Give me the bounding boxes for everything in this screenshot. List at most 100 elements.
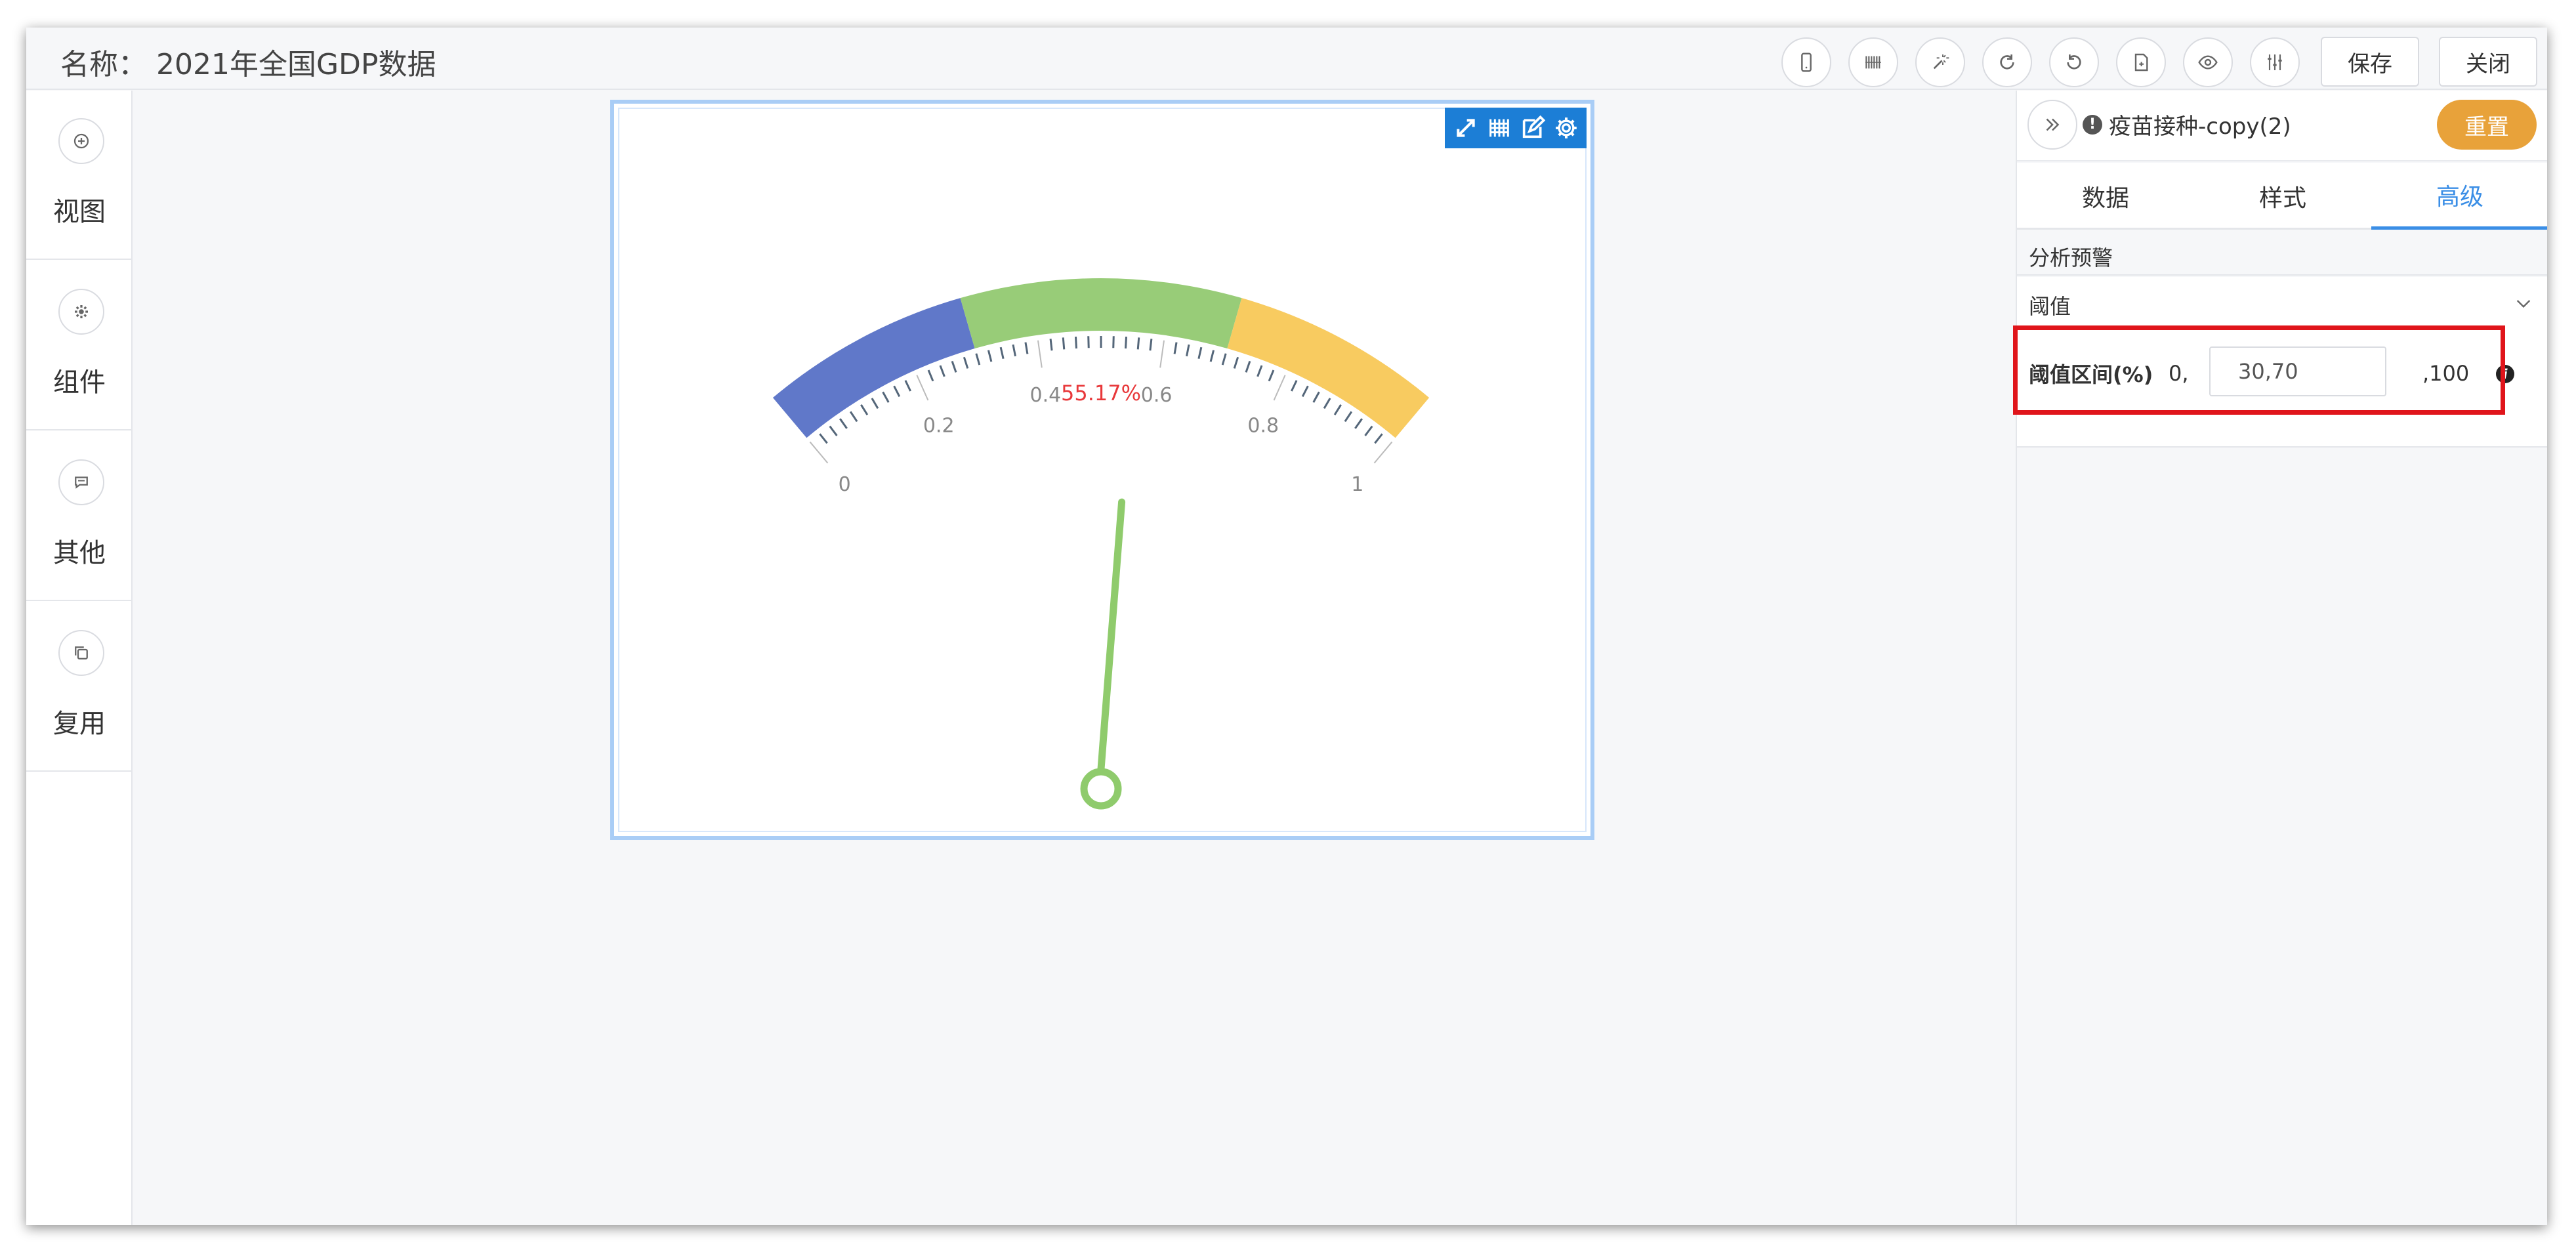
divider <box>2017 274 2547 276</box>
report-title: 名称： 2021年全国GDP数据 <box>60 48 436 81</box>
tab-advanced[interactable]: 高级 <box>2371 163 2547 230</box>
gauge-tick <box>987 350 993 362</box>
gauge-tick <box>1221 353 1227 366</box>
gear-icon <box>75 305 88 318</box>
copy-icon <box>75 646 88 659</box>
gauge-chart: 0 0.2 0.4 0.6 0.8 1 55.17% <box>772 278 1430 810</box>
gauge-tick <box>916 375 929 401</box>
gauge-tick <box>839 418 848 429</box>
chat-icon <box>75 476 88 489</box>
gauge-tick <box>1323 398 1331 409</box>
mobile-icon <box>1801 52 1812 72</box>
settings-sliders-button[interactable] <box>2250 37 2300 87</box>
export-button[interactable] <box>2116 37 2166 87</box>
sidebar-item-other[interactable]: 其他 <box>26 432 133 601</box>
gauge-tick <box>1209 350 1215 362</box>
expand-icon <box>1456 119 1475 137</box>
gauge-widget-body: 0 0.2 0.4 0.6 0.8 1 55.17% <box>618 108 1587 832</box>
panel-tabs: 数据 样式 高级 <box>2017 163 2547 230</box>
grid-icon <box>1489 119 1509 137</box>
info-icon: ! <box>2083 114 2102 135</box>
threshold-range-label: 阈值区间(%) <box>2029 362 2153 387</box>
eye-icon <box>2198 55 2218 70</box>
settings-button[interactable] <box>1553 115 1579 141</box>
sidebar-item-reuse[interactable]: 复用 <box>26 602 133 772</box>
gauge-tick <box>1301 385 1309 397</box>
gauge-tick <box>1312 391 1320 403</box>
gauge-tick <box>999 346 1005 360</box>
properties-panel: ! 疫苗接种-copy(2) 重置 数据 样式 高级 分析预警 阈值 阈值区间(… <box>2016 91 2547 1225</box>
gauge-tick <box>871 398 879 409</box>
gauge-tick <box>1062 337 1066 350</box>
magic-button[interactable] <box>1915 37 1965 87</box>
gauge-tick <box>860 404 869 415</box>
gauge-tick <box>1291 380 1298 392</box>
preview-button[interactable] <box>2183 37 2233 87</box>
export-icon <box>2134 53 2148 72</box>
threshold-header[interactable]: 阈值 <box>2029 290 2071 320</box>
gauge-tick <box>829 425 838 436</box>
gauge-tick <box>1197 346 1203 360</box>
gauge-tick <box>1024 342 1029 354</box>
section-title-analysis-warning: 分析预警 <box>2029 245 2113 270</box>
barcode-button[interactable] <box>1848 37 1898 87</box>
gauge-tick-label: 0 <box>839 473 851 496</box>
threshold-max-text: ,100 <box>2422 361 2470 386</box>
gauge-tick <box>809 441 829 464</box>
settings-icon <box>1555 117 1577 138</box>
double-chevron-right-icon <box>2046 118 2060 131</box>
gauge-value-label: 55.17% <box>1061 381 1141 406</box>
app-window: 名称： 2021年全国GDP数据 保存 关闭 视图 组件 其他 复用 0 0.2… <box>26 28 2547 1225</box>
gauge-tick <box>1112 336 1115 348</box>
gauge-tick <box>927 369 934 382</box>
save-button[interactable]: 保存 <box>2321 37 2419 87</box>
gauge-tick <box>1074 336 1077 349</box>
gauge-widget[interactable]: 0 0.2 0.4 0.6 0.8 1 55.17% <box>610 100 1594 840</box>
edit-button[interactable] <box>1520 115 1546 141</box>
tab-style[interactable]: 样式 <box>2194 163 2371 230</box>
gauge-tick <box>1012 344 1016 357</box>
threshold-range-input[interactable] <box>2209 346 2386 396</box>
gauge-tick <box>1149 339 1153 351</box>
collapse-panel-button[interactable] <box>2027 100 2077 150</box>
widget-name-text: 疫苗接种-copy(2) <box>2109 114 2291 140</box>
gauge-tick <box>904 380 911 392</box>
sliders-icon <box>2268 54 2282 70</box>
refresh-button[interactable] <box>1982 37 2032 87</box>
undo-button[interactable] <box>2049 37 2099 87</box>
gauge-tick <box>1354 418 1363 429</box>
gauge-tick <box>1136 337 1140 350</box>
panel-header: ! 疫苗接种-copy(2) 重置 <box>2017 91 2547 161</box>
sidebar-item-components[interactable]: 组件 <box>26 261 133 430</box>
gauge-tick <box>1268 369 1275 382</box>
gauge-tick <box>1049 339 1053 351</box>
gauge-tick <box>1364 425 1373 436</box>
sidebar-item-label: 组件 <box>53 367 106 398</box>
mobile-preview-button[interactable] <box>1781 37 1831 87</box>
grid-button[interactable] <box>1486 115 1512 141</box>
gauge-tick <box>1173 342 1178 354</box>
chevron-down-icon[interactable] <box>2513 293 2534 314</box>
gauge-tick-label: 0.2 <box>923 415 955 438</box>
widget-name: ! 疫苗接种-copy(2) <box>2083 108 2291 140</box>
sidebar-item-view[interactable]: 视图 <box>26 91 133 260</box>
gauge-tick <box>1257 365 1263 377</box>
reset-button[interactable]: 重置 <box>2437 100 2537 150</box>
plus-circle-icon <box>73 133 89 149</box>
gauge-tick <box>893 385 901 397</box>
gauge-tick <box>951 360 957 373</box>
undo-icon <box>2067 54 2081 70</box>
gauge-tick-label: 1 <box>1351 473 1363 496</box>
gauge-tick <box>1374 433 1383 444</box>
close-button[interactable]: 关闭 <box>2439 37 2537 87</box>
info-icon[interactable]: i <box>2496 365 2514 383</box>
threshold-min-text: 0, <box>2169 361 2189 386</box>
gauge-tick <box>1159 340 1165 368</box>
gauge-tick <box>1186 344 1190 357</box>
tab-data[interactable]: 数据 <box>2017 163 2194 230</box>
gauge-tick <box>1245 360 1251 373</box>
expand-button[interactable] <box>1453 115 1479 141</box>
gauge-pointer-needle <box>1097 498 1126 773</box>
gauge-tick <box>819 433 828 444</box>
gauge-tick <box>849 411 858 423</box>
